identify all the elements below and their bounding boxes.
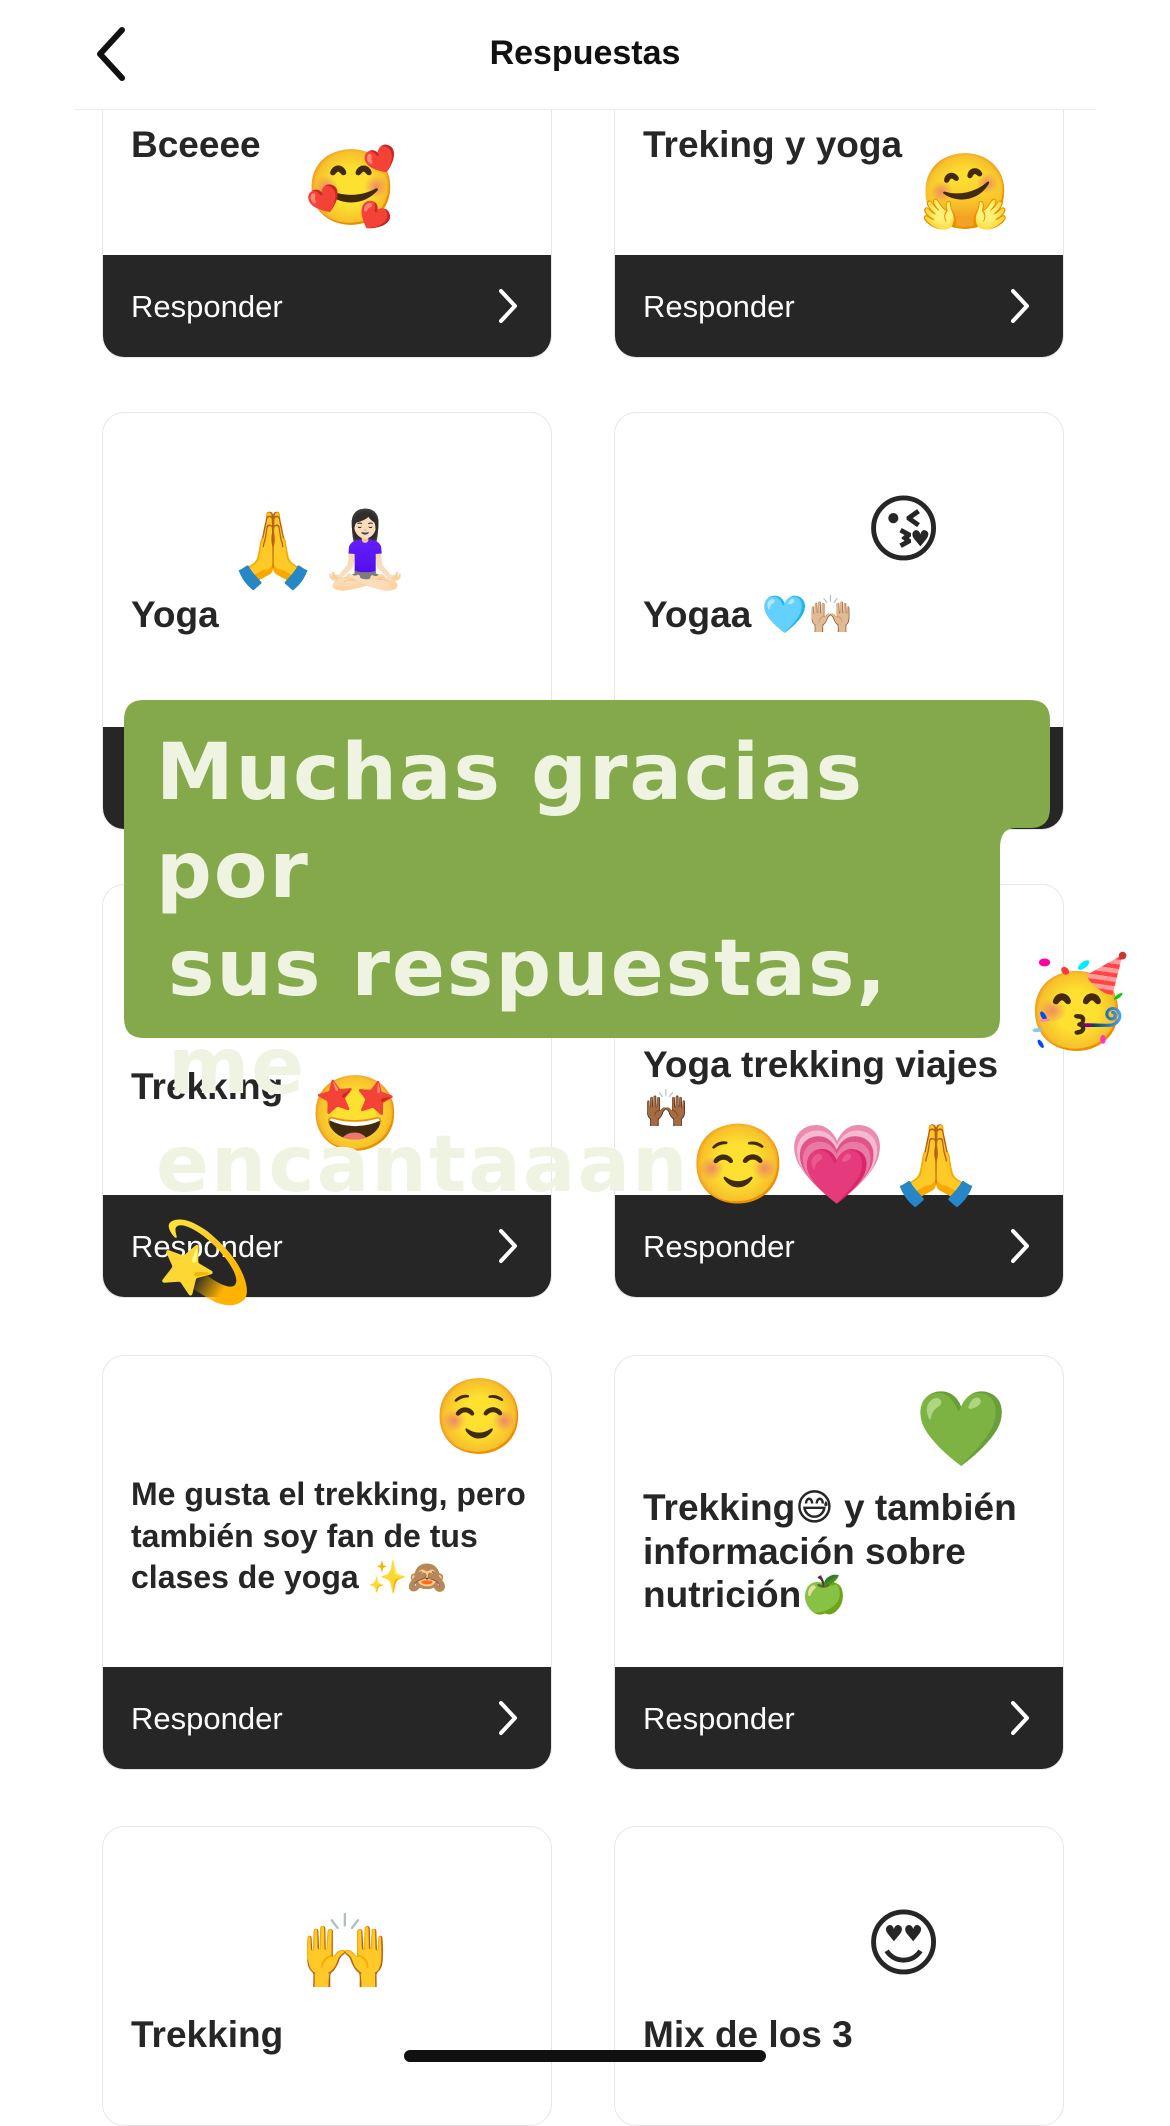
reply-button[interactable]: Responder <box>615 1667 1063 1769</box>
response-card: Trekking 🙌 <box>102 1826 552 2126</box>
header-divider <box>74 109 1096 110</box>
response-emoji: 💚 <box>915 1386 1008 1472</box>
page-title: Respuestas <box>489 34 681 72</box>
party-face-icon: 🥳 <box>1022 952 1132 1051</box>
response-emoji: 🥰 <box>305 145 398 231</box>
response-card: Mix de los 3 😍 <box>614 1826 1064 2126</box>
response-emoji: ☺️ <box>433 1374 526 1460</box>
response-text: Yogaa 🩵🙌🏼 <box>643 594 854 635</box>
reply-button[interactable]: Responder <box>103 255 551 357</box>
response-text: Trekking😅 y también información sobre nu… <box>643 1487 1017 1616</box>
top-bar: Respuestas <box>0 0 1170 110</box>
sticker-line: encantaaan☺️💗🙏💫 <box>156 1120 987 1308</box>
home-indicator[interactable] <box>404 2050 766 2062</box>
response-card: Trekking😅 y también información sobre nu… <box>614 1355 1064 1770</box>
reply-label: Responder <box>131 1701 283 1736</box>
reply-button[interactable]: Responder <box>615 255 1063 357</box>
sticker-line: Muchas gracias por <box>156 728 865 916</box>
chevron-right-icon <box>499 289 517 323</box>
chevron-right-icon <box>1011 289 1029 323</box>
response-emoji: 🙌 <box>299 1909 392 1995</box>
chevron-right-icon <box>499 1701 517 1735</box>
chevron-right-icon <box>1011 1701 1029 1735</box>
sticker-text: Muchas gracias por sus respuestas, me en… <box>156 724 1036 1312</box>
response-card: Me gusta el trekking, pero también soy f… <box>102 1355 552 1770</box>
response-text: Yoga <box>131 594 219 635</box>
response-emoji: 🤗 <box>919 149 1012 235</box>
response-emoji: 🙏🧘🏻‍♀️ <box>227 507 412 593</box>
reply-label: Responder <box>131 289 283 324</box>
thank-you-sticker: Muchas gracias por sus respuestas, me en… <box>124 700 1050 1308</box>
reply-label: Responder <box>643 289 795 324</box>
response-text: Me gusta el trekking, pero también soy f… <box>131 1476 526 1596</box>
response-emoji: 😍 <box>865 1901 943 1987</box>
sticker-line: sus respuestas, me <box>168 924 889 1112</box>
response-emoji: 😘 <box>865 487 943 573</box>
reply-button[interactable]: Responder <box>103 1667 551 1769</box>
reply-label: Responder <box>643 1701 795 1736</box>
